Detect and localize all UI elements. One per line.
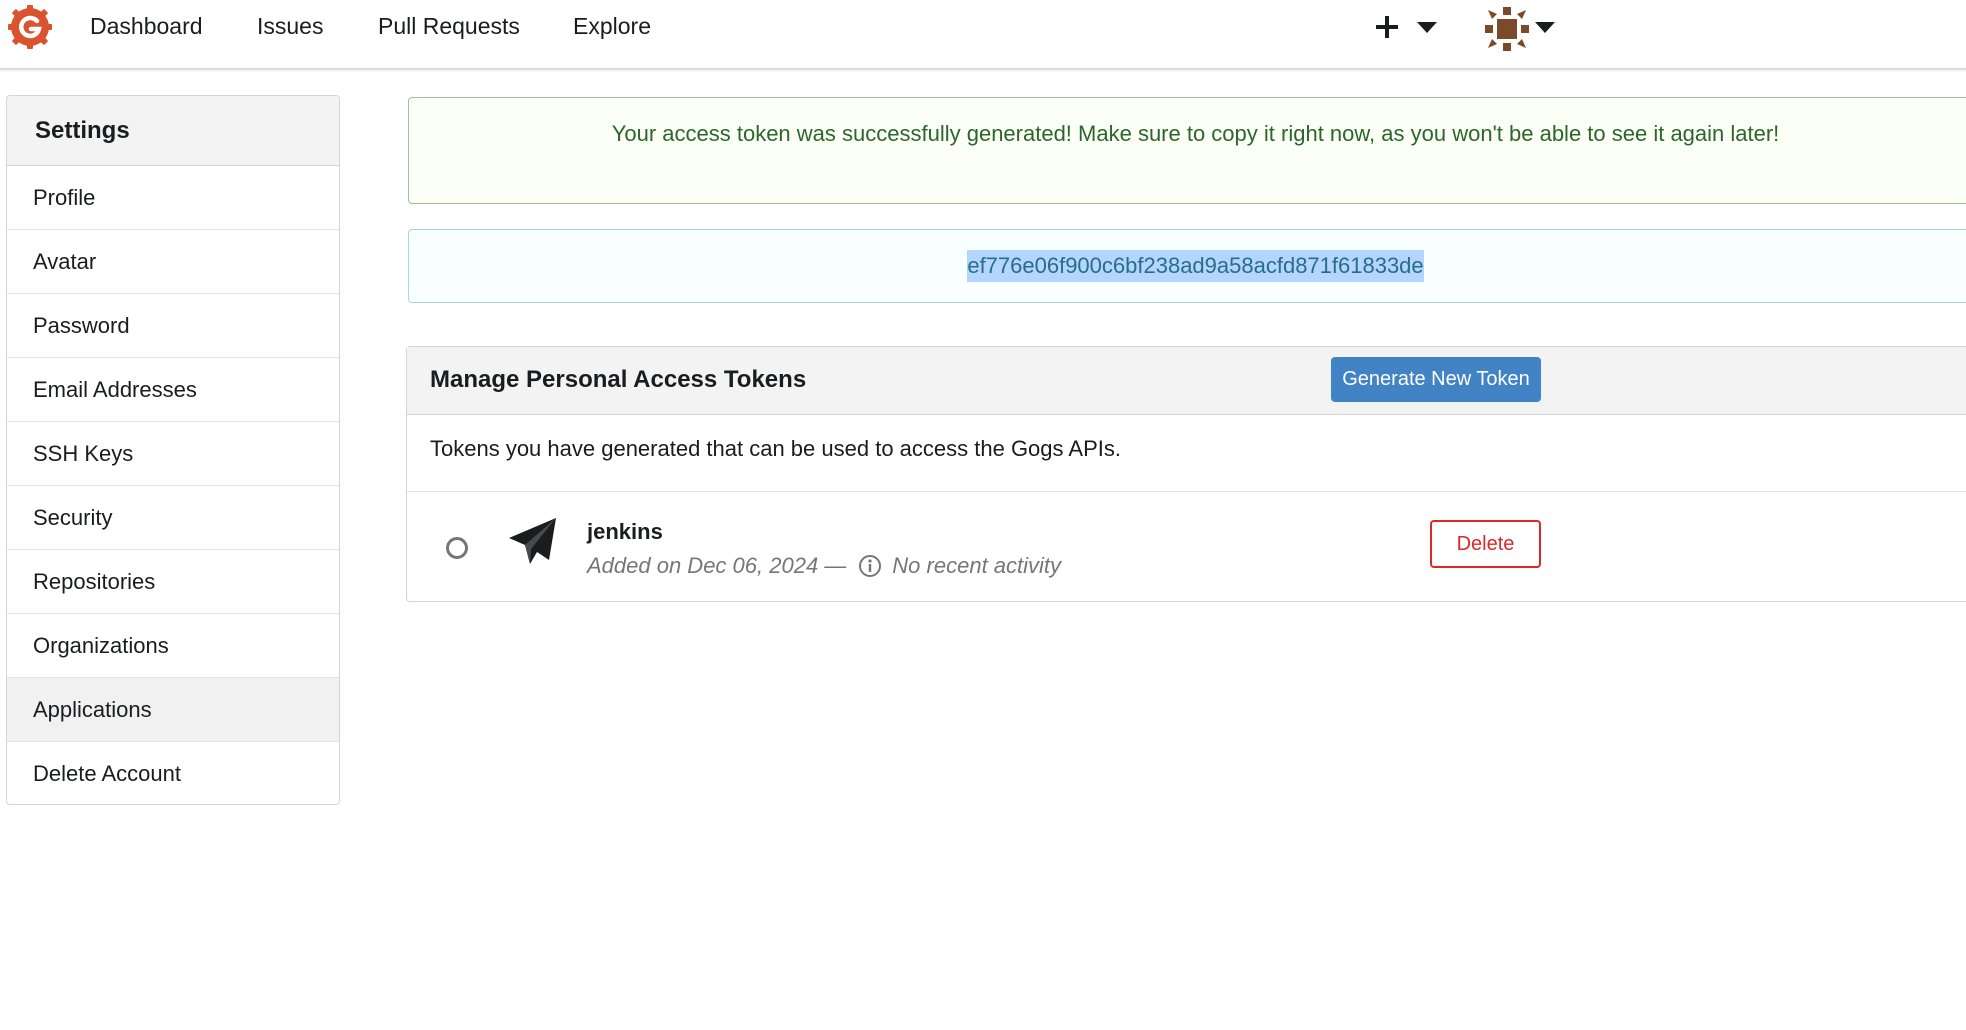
settings-sidebar: Settings Profile Avatar Password Email A…	[6, 95, 340, 805]
sidebar-item-organizations[interactable]: Organizations	[7, 614, 339, 678]
info-icon	[859, 555, 882, 577]
user-dropdown-caret-icon[interactable]	[1535, 22, 1555, 33]
divider	[407, 491, 1966, 492]
plus-icon[interactable]	[1374, 14, 1400, 40]
sidebar-header: Settings	[7, 96, 339, 166]
success-message: Your access token was successfully gener…	[408, 97, 1966, 204]
tokens-panel-title: Manage Personal Access Tokens	[430, 366, 807, 393]
user-avatar-icon[interactable]	[1484, 6, 1530, 52]
create-dropdown-caret-icon[interactable]	[1417, 22, 1437, 33]
sidebar-item-avatar[interactable]: Avatar	[7, 230, 339, 294]
token-value[interactable]: ef776e06f900c6bf238ad9a58acfd871f61833de	[967, 250, 1424, 282]
sidebar-item-security[interactable]: Security	[7, 486, 339, 550]
nav-dashboard[interactable]: Dashboard	[90, 13, 203, 40]
token-status-circle-icon	[446, 537, 468, 559]
token-added-date: Added on Dec 06, 2024 —	[587, 553, 847, 578]
sidebar-item-repositories[interactable]: Repositories	[7, 550, 339, 614]
sidebar-item-applications[interactable]: Applications	[7, 678, 339, 742]
token-name: jenkins	[587, 519, 663, 544]
sidebar-item-ssh-keys[interactable]: SSH Keys	[7, 422, 339, 486]
sidebar-item-password[interactable]: Password	[7, 294, 339, 358]
gogs-logo-icon[interactable]	[8, 5, 52, 49]
token-display-box: ef776e06f900c6bf238ad9a58acfd871f61833de	[408, 229, 1966, 303]
sidebar-item-profile[interactable]: Profile	[7, 166, 339, 230]
top-navbar: Dashboard Issues Pull Requests Explore	[0, 0, 1966, 70]
sidebar-item-email-addresses[interactable]: Email Addresses	[7, 358, 339, 422]
sidebar-item-delete-account[interactable]: Delete Account	[7, 742, 339, 804]
tokens-panel-header: Manage Personal Access Tokens Generate N…	[407, 347, 1966, 415]
tokens-panel-description: Tokens you have generated that can be us…	[430, 436, 1122, 461]
nav-pull-requests[interactable]: Pull Requests	[378, 13, 520, 40]
generate-new-token-button[interactable]: Generate New Token	[1331, 357, 1541, 402]
token-meta: Added on Dec 06, 2024 — No recent activi…	[587, 553, 1061, 579]
tokens-panel: Manage Personal Access Tokens Generate N…	[406, 346, 1966, 602]
send-icon	[509, 518, 556, 564]
nav-explore[interactable]: Explore	[573, 13, 651, 40]
delete-token-button[interactable]: Delete	[1430, 520, 1541, 568]
token-activity: No recent activity	[892, 553, 1062, 578]
nav-issues[interactable]: Issues	[257, 13, 323, 40]
